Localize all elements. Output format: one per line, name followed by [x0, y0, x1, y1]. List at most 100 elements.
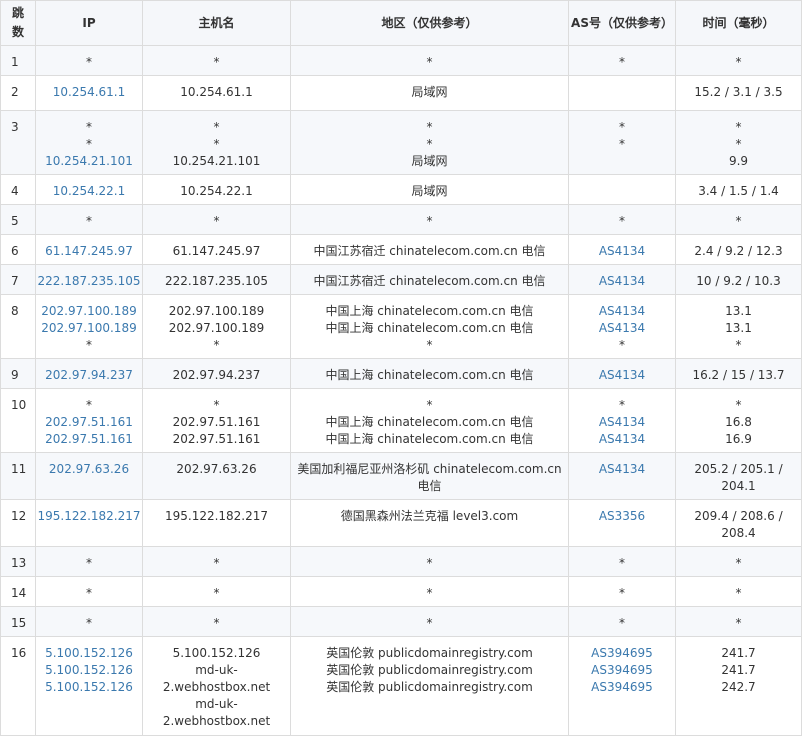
- ip-address: *: [86, 55, 92, 69]
- hostname-cell: *: [142, 45, 291, 76]
- hostname: *: [213, 586, 220, 600]
- ip-address-link[interactable]: 202.97.51.161: [36, 414, 142, 431]
- as-number: *: [619, 616, 625, 630]
- hop-number: 14: [11, 586, 27, 600]
- hop-cell: 13: [0, 546, 36, 577]
- region-text: *: [426, 214, 433, 228]
- ip-address-link[interactable]: 202.97.94.237: [36, 367, 142, 384]
- as-number-link[interactable]: AS3356: [569, 508, 675, 525]
- hostname: md-uk-: [195, 697, 238, 711]
- as-cell: *: [568, 606, 676, 637]
- table-row: 6 61.147.245.97 61.147.245.97 中国江苏宿迁 chinat…: [0, 234, 802, 265]
- latency-value: *: [735, 616, 742, 630]
- as-cell: AS4134: [568, 264, 676, 295]
- hop-number: 16: [11, 646, 27, 660]
- table-row: 16 5.100.152.126 5.100.152.126 5.100.152.12…: [0, 636, 802, 736]
- latency-value: *: [735, 586, 742, 600]
- as-number-link[interactable]: AS4134: [569, 414, 675, 431]
- ip-address-link[interactable]: 10.254.61.1: [36, 84, 142, 101]
- as-number-link[interactable]: AS4134: [569, 320, 675, 337]
- ip-address-link[interactable]: 5.100.152.126: [36, 662, 142, 679]
- as-cell: *: [568, 204, 676, 235]
- ip-address-link[interactable]: 61.147.245.97: [36, 243, 142, 260]
- latency-value: *: [735, 137, 742, 151]
- ip-address-link[interactable]: 10.254.22.1: [36, 183, 142, 200]
- hostname: 202.97.51.161: [172, 415, 261, 429]
- as-number: [569, 153, 675, 170]
- hostname: *: [213, 338, 220, 352]
- as-number-link[interactable]: AS4134: [569, 367, 675, 384]
- ip-address: *: [86, 120, 92, 134]
- hop-cell: 9: [0, 358, 36, 389]
- latency-value: 241.7: [721, 663, 756, 677]
- table-row: 10 * 202.97.51.161 202.97.51.161 * 202.97.51.…: [0, 388, 802, 453]
- hostname: 202.97.94.237: [172, 368, 261, 382]
- as-cell: AS394695 AS394695 AS394695: [568, 636, 676, 736]
- ip-cell: 202.97.94.237: [35, 358, 143, 389]
- ip-address-link[interactable]: 195.122.182.217: [36, 508, 142, 525]
- time-cell: 10 / 9.2 / 10.3: [675, 264, 802, 295]
- hostname: 10.254.61.1: [180, 85, 253, 99]
- hop-number: 1: [11, 55, 19, 69]
- ip-address-link[interactable]: 5.100.152.126: [36, 645, 142, 662]
- hop-number: 15: [11, 616, 27, 630]
- as-number-link[interactable]: AS4134: [569, 461, 675, 478]
- hostname: 2.webhostbox.net: [162, 714, 271, 728]
- time-cell: *: [675, 204, 802, 235]
- as-number-link[interactable]: AS4134: [569, 273, 675, 290]
- latency-value: *: [735, 398, 742, 412]
- ip-address-link[interactable]: 202.97.100.189: [36, 320, 142, 337]
- as-number-link[interactable]: AS4134: [569, 243, 675, 260]
- hostname: 222.187.235.105: [164, 274, 269, 288]
- region-text: *: [426, 55, 433, 69]
- ip-address-link[interactable]: 5.100.152.126: [36, 679, 142, 696]
- region-text: 中国上海 chinatelecom.com.cn 电信: [325, 368, 534, 382]
- as-number-link[interactable]: AS394695: [569, 645, 675, 662]
- hop-number: 12: [11, 509, 27, 523]
- region-text: 局域网: [411, 184, 448, 198]
- as-number-link[interactable]: AS394695: [569, 662, 675, 679]
- time-cell: * * 9.9: [675, 110, 802, 175]
- ip-address: *: [86, 556, 92, 570]
- ip-address-link[interactable]: 202.97.51.161: [36, 431, 142, 448]
- hop-number: 3: [11, 120, 19, 134]
- ip-cell: 61.147.245.97: [35, 234, 143, 265]
- ip-cell: *: [35, 576, 143, 607]
- latency-value: 2.4 / 9.2 / 12.3: [694, 244, 783, 258]
- as-cell: AS4134 AS4134 *: [568, 294, 676, 359]
- time-cell: 3.4 / 1.5 / 1.4: [675, 174, 802, 205]
- region-text: 英国伦敦 publicdomainregistry.com: [326, 680, 533, 694]
- header-hop: 跳数: [0, 0, 36, 46]
- as-number-link[interactable]: AS4134: [569, 431, 675, 448]
- hop-cell: 1: [0, 45, 36, 76]
- header-time: 时间（毫秒）: [675, 0, 802, 46]
- region-cell: 美国加利福尼亚州洛杉矶 chinatelecom.com.cn 电信: [290, 452, 569, 500]
- ip-cell: *: [35, 546, 143, 577]
- region-text: 德国黑森州法兰克福 level3.com: [340, 509, 519, 523]
- region-text: 中国上海 chinatelecom.com.cn 电信: [325, 432, 534, 446]
- region-text: 中国江苏宿迁 chinatelecom.com.cn 电信: [313, 274, 546, 288]
- hop-cell: 8: [0, 294, 36, 359]
- as-number: *: [619, 55, 625, 69]
- ip-cell: 202.97.100.189 202.97.100.189 *: [35, 294, 143, 359]
- ip-address-link[interactable]: 10.254.21.101: [36, 153, 142, 170]
- table-body: 1 * * * * * 2 10.254.61.1 10.254.61.1 局域网 15.2 / …: [0, 45, 802, 736]
- ip-address-link[interactable]: 202.97.100.189: [36, 303, 142, 320]
- hop-number: 4: [11, 184, 19, 198]
- hostname-cell: 10.254.61.1: [142, 75, 291, 111]
- ip-address-link[interactable]: 202.97.63.26: [36, 461, 142, 478]
- as-number-link[interactable]: AS394695: [569, 679, 675, 696]
- as-cell: *: [568, 546, 676, 577]
- region-text: 中国上海 chinatelecom.com.cn 电信: [325, 321, 534, 335]
- as-number-link[interactable]: AS4134: [569, 303, 675, 320]
- region-cell: 中国江苏宿迁 chinatelecom.com.cn 电信: [290, 264, 569, 295]
- as-number: *: [619, 137, 625, 151]
- region-cell: *: [290, 606, 569, 637]
- latency-value: *: [735, 556, 742, 570]
- table-row: 2 10.254.61.1 10.254.61.1 局域网 15.2 / 3.1 / …: [0, 75, 802, 111]
- table-row: 9 202.97.94.237 202.97.94.237 中国上海 chinatel…: [0, 358, 802, 389]
- ip-address-link[interactable]: 222.187.235.105: [36, 273, 142, 290]
- region-text: 局域网: [411, 85, 448, 99]
- time-cell: *: [675, 576, 802, 607]
- region-cell: * * 局域网: [290, 110, 569, 175]
